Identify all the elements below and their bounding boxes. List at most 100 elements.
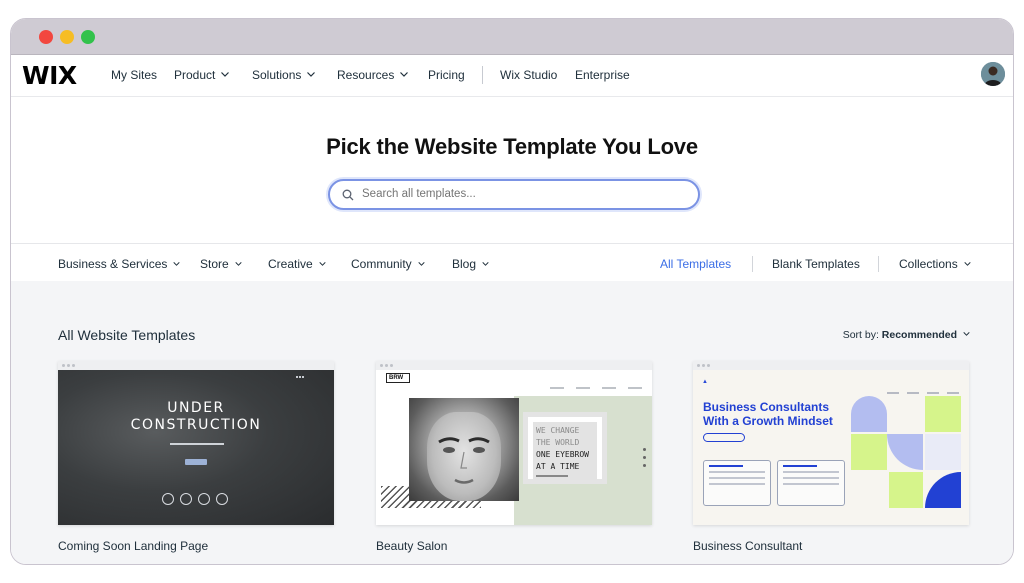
template-name[interactable]: Business Consultant [693, 539, 969, 553]
chevron-down-icon [963, 332, 970, 336]
nav-label: Enterprise [575, 68, 630, 82]
chevron-down-icon [319, 262, 326, 266]
thumbnail-preview: ▲ Business Consultants With a Growth Min… [693, 370, 969, 525]
template-name[interactable]: Coming Soon Landing Page [58, 539, 334, 553]
nav-label: Solutions [252, 68, 302, 82]
template-gallery: All Website Templates Sort by: Recommend… [11, 281, 1013, 564]
template-card-business-consultant[interactable]: ▲ Business Consultants With a Growth Min… [693, 361, 969, 553]
category-label: Creative [268, 257, 313, 271]
browser-window: WIX My Sites Product Solutions Resources… [10, 18, 1014, 565]
preview-side-dots [643, 448, 646, 472]
preview-logo: BRW [386, 373, 410, 383]
preview-heading-line: CONSTRUCTION [130, 417, 262, 433]
template-card-coming-soon[interactable]: UNDER CONSTRUCTION Coming Soon Landing P… [58, 361, 334, 553]
preview-button [185, 459, 207, 465]
preview-heading: UNDER CONSTRUCTION [58, 400, 334, 434]
nav-my-sites[interactable]: My Sites [111, 68, 157, 82]
nav-enterprise[interactable]: Enterprise [575, 68, 630, 82]
nav-label: Product [174, 68, 216, 82]
template-thumbnail[interactable]: BRW WE CHANGE THE WORLD ONE EYEBROW AT A… [376, 361, 652, 525]
preview-heading-line: UNDER [167, 400, 225, 416]
nav-product[interactable]: Product [174, 68, 230, 82]
chevron-down-icon [418, 262, 425, 266]
nav-label: Wix Studio [500, 68, 558, 82]
preview-headline: WE CHANGE THE WORLD ONE EYEBROW AT A TIM… [536, 425, 589, 473]
preview-headline: Business Consultants With a Growth Minds… [703, 400, 833, 428]
hero-section: Pick the Website Template You Love [11, 97, 1013, 243]
tab-blank-templates[interactable]: Blank Templates [772, 257, 860, 271]
user-avatar[interactable] [981, 62, 1005, 86]
category-separator [752, 256, 753, 272]
preview-portrait-photo [409, 398, 519, 501]
nav-resources[interactable]: Resources [337, 68, 409, 82]
category-bar: Business & Services Store Creative Commu… [11, 243, 1013, 283]
template-thumbnail[interactable]: UNDER CONSTRUCTION [58, 361, 334, 525]
preview-info-panel [777, 460, 845, 506]
nav-divider [482, 66, 483, 84]
tab-all-templates[interactable]: All Templates [660, 257, 731, 271]
template-name[interactable]: Beauty Salon [376, 539, 652, 553]
category-store[interactable]: Store [200, 257, 242, 271]
preview-geometric-shapes [851, 396, 961, 508]
chevron-down-icon [307, 72, 316, 77]
wix-logo[interactable]: WIX [22, 61, 77, 90]
category-creative[interactable]: Creative [268, 257, 326, 271]
preview-nav [538, 376, 642, 394]
template-thumbnail[interactable]: ▲ Business Consultants With a Growth Min… [693, 361, 969, 525]
page-title: Pick the Website Template You Love [326, 134, 698, 159]
preview-cta-button [703, 433, 745, 442]
search-icon [342, 188, 354, 206]
preview-headline-line: WE CHANGE [536, 426, 580, 435]
chevron-down-icon [221, 72, 230, 77]
nav-label: My Sites [111, 68, 158, 82]
preview-input-line [170, 443, 224, 445]
window-titlebar [11, 19, 1013, 55]
search-box[interactable] [328, 179, 700, 210]
thumbnail-preview: BRW WE CHANGE THE WORLD ONE EYEBROW AT A… [376, 370, 652, 525]
category-community[interactable]: Community [351, 257, 425, 271]
nav-wix-studio[interactable]: Wix Studio [500, 68, 557, 82]
chevron-down-icon [400, 72, 409, 77]
chevron-down-icon [235, 262, 242, 266]
preview-info-panel [703, 460, 771, 506]
preview-face [427, 412, 501, 501]
gallery-title: All Website Templates [58, 327, 196, 343]
chevron-down-icon [482, 262, 489, 266]
preview-headline-line: THE WORLD [536, 438, 580, 447]
nav-pricing[interactable]: Pricing [428, 68, 465, 82]
search-input[interactable] [362, 188, 662, 200]
maximize-window-button[interactable] [81, 30, 95, 44]
preview-link-line [536, 475, 568, 477]
category-business-services[interactable]: Business & Services [58, 257, 181, 271]
category-label: Collections [899, 257, 958, 271]
thumbnail-browser-bar [693, 361, 969, 370]
preview-headline-line: With a Growth Mindset [703, 414, 833, 428]
preview-social-icons [162, 492, 234, 510]
top-navigation: WIX My Sites Product Solutions Resources… [11, 55, 1013, 97]
sort-value: Recommended [881, 329, 958, 341]
preview-menu-dots [296, 376, 304, 378]
category-label: Blog [452, 257, 477, 271]
nav-solutions[interactable]: Solutions [252, 68, 316, 82]
preview-logo-icon: ▲ [702, 379, 708, 385]
nav-label: Pricing [428, 68, 465, 82]
preview-headline-box: WE CHANGE THE WORLD ONE EYEBROW AT A TIM… [523, 412, 607, 484]
preview-headline-line: Business Consultants [703, 400, 830, 414]
user-avatar-icon [981, 62, 1005, 86]
close-window-button[interactable] [39, 30, 53, 44]
preview-headline-line: ONE EYEBROW [536, 450, 589, 459]
category-label: Business & Services [58, 257, 168, 271]
minimize-window-button[interactable] [60, 30, 74, 44]
thumbnail-browser-bar [376, 361, 652, 370]
category-blog[interactable]: Blog [452, 257, 489, 271]
nav-label: Resources [337, 68, 395, 82]
chevron-down-icon [173, 262, 181, 266]
tab-collections[interactable]: Collections [899, 257, 971, 271]
chevron-down-icon [964, 262, 971, 266]
category-label: Community [351, 257, 412, 271]
template-card-beauty-salon[interactable]: BRW WE CHANGE THE WORLD ONE EYEBROW AT A… [376, 361, 652, 553]
sort-dropdown[interactable]: Sort by: Recommended [843, 329, 970, 341]
preview-headline-line: AT A TIME [536, 462, 580, 471]
category-separator [878, 256, 879, 272]
thumbnail-preview: UNDER CONSTRUCTION [58, 370, 334, 525]
